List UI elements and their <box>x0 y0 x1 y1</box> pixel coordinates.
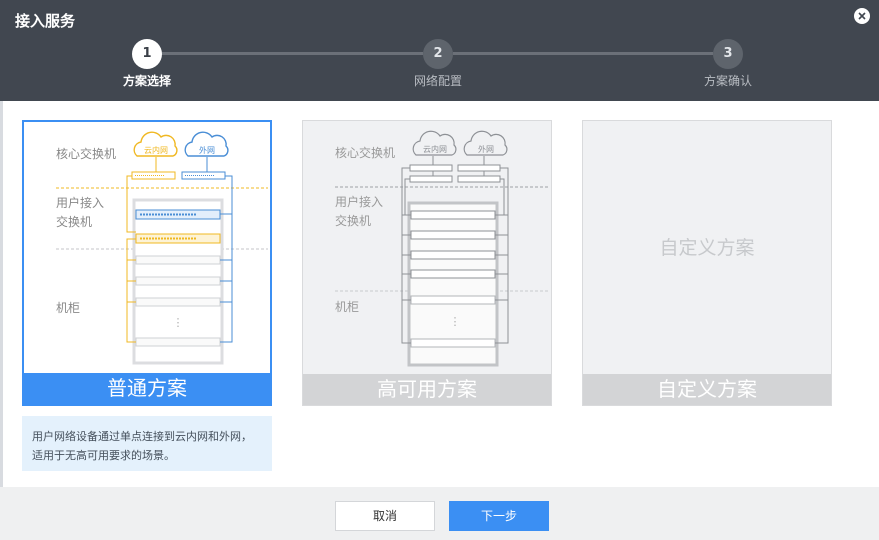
step-2-indicator: 2 <box>423 39 453 69</box>
access-switch-label-2: 交换机 <box>56 214 92 229</box>
step-1-indicator: 1 <box>132 39 162 69</box>
plan-description: 用户网络设备通过单点连接到云内网和外网，适用于无高可用要求的场景。 <box>22 416 272 471</box>
plan-card-custom[interactable]: 自定义方案 自定义方案 <box>582 120 832 406</box>
svg-text:⋮: ⋮ <box>450 315 461 328</box>
left-edge-strip <box>0 101 3 540</box>
step-3-indicator: 3 <box>713 39 743 69</box>
dialog-header: 接入服务 1 2 3 方案选择 网络配置 方案确认 <box>0 0 879 101</box>
dialog-title: 接入服务 <box>15 12 76 30</box>
progress-track <box>453 52 713 55</box>
plan-label-custom: 自定义方案 <box>583 374 831 405</box>
external-cloud-icon: 外网 <box>463 130 508 156</box>
external-cloud-label: 外网 <box>478 144 494 154</box>
svg-text:⋮: ⋮ <box>173 316 184 329</box>
next-step-button[interactable]: 下一步 <box>449 501 549 531</box>
internal-cloud-label: 云内网 <box>423 144 447 154</box>
plan-label-high-availability: 高可用方案 <box>303 374 551 405</box>
rack-label: 机柜 <box>335 300 359 314</box>
step-3-label: 方案确认 <box>703 74 752 88</box>
progress-track <box>161 52 423 55</box>
internal-cloud-label: 云内网 <box>144 145 168 155</box>
ha-topology-diagram: 核心交换机 用户接入 交换机 机柜 云内网 外网 ⋮ <box>335 130 549 367</box>
plan-card-standard[interactable]: 核心交换机 用户接入 交换机 机柜 云内网 外网 ⋮ 普通方案 <box>22 120 272 406</box>
dialog-footer: 取消 下一步 <box>0 487 879 540</box>
plan-label-standard: 普通方案 <box>24 373 270 404</box>
close-icon[interactable] <box>854 8 870 24</box>
step-2-label: 网络配置 <box>413 74 462 88</box>
access-switch-label: 用户接入 <box>56 195 104 210</box>
access-service-dialog: 接入服务 1 2 3 方案选择 网络配置 方案确认 核心交换机 用户接入 交换机… <box>0 0 879 540</box>
rack-label: 机柜 <box>56 301 80 315</box>
core-switch-label: 核心交换机 <box>335 145 395 160</box>
core-switch-label: 核心交换机 <box>56 146 116 161</box>
standard-topology-diagram: 核心交换机 用户接入 交换机 机柜 云内网 外网 ⋮ <box>56 131 268 365</box>
external-cloud-label: 外网 <box>199 145 215 155</box>
access-switch-label: 用户接入 <box>335 194 383 209</box>
cancel-button[interactable]: 取消 <box>335 501 435 531</box>
internal-cloud-icon: 云内网 <box>412 130 457 156</box>
access-switch-label-2: 交换机 <box>335 213 371 228</box>
internal-cloud-icon: 云内网 <box>133 131 178 157</box>
external-cloud-icon: 外网 <box>184 131 229 157</box>
custom-plan-title: 自定义方案 <box>659 237 755 259</box>
plan-card-high-availability[interactable]: 核心交换机 用户接入 交换机 机柜 云内网 外网 ⋮ 高可用方案 <box>302 120 552 406</box>
step-1-label: 方案选择 <box>122 74 171 88</box>
